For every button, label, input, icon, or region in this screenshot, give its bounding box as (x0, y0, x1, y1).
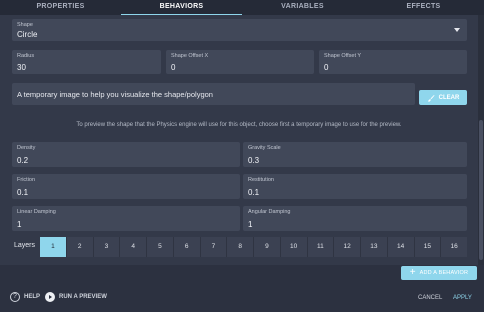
layer-5[interactable]: 5 (147, 237, 174, 257)
tab-variables[interactable]: VARIABLES (242, 0, 363, 15)
tab-properties[interactable]: PROPERTIES (0, 0, 121, 15)
gravity-scale-field[interactable]: Gravity Scale 0.3 (243, 142, 467, 167)
angular-damping-field[interactable]: Angular Damping 1 (243, 206, 467, 231)
friction-field[interactable]: Friction 0.1 (12, 174, 240, 199)
layer-8[interactable]: 8 (227, 237, 254, 257)
scrollbar[interactable] (478, 15, 484, 265)
layer-13[interactable]: 13 (361, 237, 388, 257)
add-behavior-label: ADD A BEHAVIOR (419, 270, 469, 276)
shape-offset-y-field[interactable]: Shape Offset Y 0 (319, 50, 467, 74)
layer-16[interactable]: 16 (441, 237, 467, 257)
help-icon: ? (10, 292, 20, 302)
temporary-image-text: A temporary image to help you visualize … (17, 90, 213, 99)
layer-11[interactable]: 11 (308, 237, 335, 257)
tab-effects[interactable]: EFFECTS (363, 0, 484, 15)
layer-2[interactable]: 2 (67, 237, 94, 257)
clear-label: CLEAR (438, 94, 460, 101)
layer-15[interactable]: 15 (415, 237, 442, 257)
shape-offset-x-value: 0 (171, 63, 176, 72)
layer-7[interactable]: 7 (201, 237, 228, 257)
density-field[interactable]: Density 0.2 (12, 142, 240, 167)
linear-damping-label: Linear Damping (17, 209, 56, 215)
shape-offset-x-label: Shape Offset X (171, 53, 209, 59)
restitution-label: Restitution (248, 177, 274, 183)
add-behavior-button[interactable]: + ADD A BEHAVIOR (401, 266, 477, 280)
preview-hint: To preview the shape that the Physics en… (76, 122, 402, 128)
layer-1[interactable]: 1 (40, 237, 67, 257)
linear-damping-field[interactable]: Linear Damping 1 (12, 206, 240, 231)
temporary-image-field[interactable]: A temporary image to help you visualize … (12, 83, 415, 105)
shape-offset-x-field[interactable]: Shape Offset X 0 (166, 50, 314, 74)
help-button[interactable]: ? HELP (10, 292, 40, 302)
density-value: 0.2 (17, 156, 29, 165)
chevron-down-icon (454, 28, 460, 32)
layers-selector: 1 2 3 4 5 6 7 8 9 10 11 12 13 14 15 16 (40, 237, 467, 257)
tab-behaviors[interactable]: BEHAVIORS (121, 0, 242, 15)
run-preview-label: RUN A PREVIEW (59, 294, 107, 300)
shape-value: Circle (17, 30, 38, 39)
shape-select[interactable]: Shape Circle (12, 19, 467, 41)
linear-damping-value: 1 (17, 220, 22, 229)
layer-9[interactable]: 9 (254, 237, 281, 257)
gravity-scale-label: Gravity Scale (248, 145, 281, 151)
angular-damping-label: Angular Damping (248, 209, 291, 215)
friction-value: 0.1 (17, 188, 29, 197)
apply-button[interactable]: APPLY (453, 295, 472, 301)
scrollbar-thumb[interactable] (479, 120, 483, 260)
shape-offset-y-label: Shape Offset Y (324, 53, 362, 59)
layer-12[interactable]: 12 (334, 237, 361, 257)
plus-icon: + (409, 267, 416, 278)
shape-label: Shape (17, 22, 33, 28)
angular-damping-value: 1 (248, 220, 253, 229)
brush-icon (427, 94, 435, 102)
play-icon (45, 292, 55, 302)
clear-button[interactable]: CLEAR (419, 90, 467, 105)
friction-label: Friction (17, 177, 36, 183)
layer-14[interactable]: 14 (388, 237, 415, 257)
density-label: Density (17, 145, 36, 151)
restitution-field[interactable]: Restitution 0.1 (243, 174, 467, 199)
cancel-button[interactable]: CANCEL (418, 295, 442, 301)
radius-label: Radius (17, 53, 35, 59)
tab-bar: PROPERTIES BEHAVIORS VARIABLES EFFECTS (0, 0, 484, 15)
shape-offset-y-value: 0 (324, 63, 329, 72)
help-label: HELP (24, 294, 41, 300)
radius-value: 30 (17, 63, 26, 72)
layer-6[interactable]: 6 (174, 237, 201, 257)
radius-field[interactable]: Radius 30 (12, 50, 161, 74)
run-preview-button[interactable]: RUN A PREVIEW (45, 292, 107, 302)
layer-10[interactable]: 10 (281, 237, 308, 257)
restitution-value: 0.1 (248, 188, 260, 197)
layer-4[interactable]: 4 (120, 237, 147, 257)
layer-3[interactable]: 3 (94, 237, 121, 257)
dialog-footer: ? HELP RUN A PREVIEW CANCEL APPLY (0, 287, 484, 312)
gravity-scale-value: 0.3 (248, 156, 260, 165)
layers-label: Layers (14, 242, 36, 249)
